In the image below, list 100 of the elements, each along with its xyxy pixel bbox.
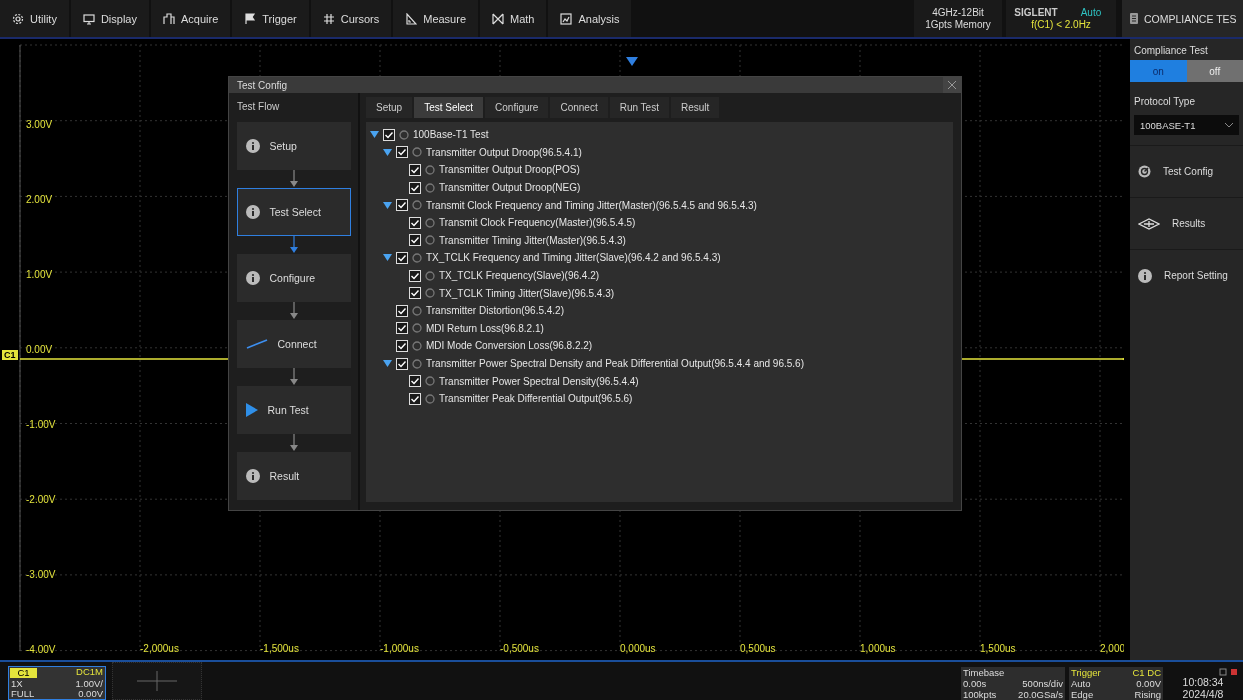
side-menu-item[interactable]: Results [1130, 197, 1243, 249]
radio-button[interactable] [425, 217, 435, 228]
flow-step[interactable]: Test Select [236, 188, 351, 236]
radio-button[interactable] [425, 165, 435, 175]
frequency-label: f(C1) < 2.0Hz [1030, 18, 1092, 31]
tree-item-label: Transmitter Output Droop(NEG) [439, 182, 581, 194]
radio-button[interactable] [425, 376, 435, 387]
radio-button[interactable] [425, 235, 435, 246]
info-icon [245, 205, 260, 219]
flow-step[interactable]: Connect [236, 320, 351, 368]
arrow-icon [288, 302, 299, 320]
expand-arrow-icon[interactable] [383, 254, 392, 262]
tab[interactable]: Test Select [414, 97, 484, 118]
expand-arrow-icon[interactable] [383, 360, 392, 367]
checkbox[interactable] [409, 164, 421, 176]
checkbox[interactable] [383, 128, 395, 141]
tree-item-label: Transmitter Peak Differential Output(96.5.6) [439, 393, 633, 405]
axis-label: 1,000us [860, 643, 896, 654]
arrow-icon [288, 434, 299, 452]
diamond-icon [1138, 217, 1160, 230]
axis-label: 3.00V [26, 119, 53, 130]
menu-item[interactable]: Measure [393, 0, 478, 37]
axis-label: 2.00V [26, 194, 53, 205]
expand-arrow-icon[interactable] [383, 148, 392, 156]
radio-button[interactable] [412, 252, 422, 263]
expand-arrow-icon[interactable] [383, 201, 392, 209]
menu-item[interactable]: Trigger [232, 0, 309, 37]
tree-item-label: Transmit Clock Frequency and Timing Jitter(Master)(96.5.4.5 and 96.5.4.3) [426, 199, 757, 211]
gear-icon [12, 12, 24, 25]
radio-button[interactable] [412, 358, 422, 369]
radio-button[interactable] [412, 340, 422, 351]
tab[interactable]: Result [670, 97, 720, 118]
checkbox[interactable] [409, 269, 421, 282]
checkbox[interactable] [409, 181, 421, 194]
menu-item[interactable]: Math [480, 0, 547, 37]
flow-step[interactable]: Configure [236, 254, 351, 302]
spec-text: 4GHz-12Bit [932, 6, 984, 19]
tree-item-label: Transmitter Distortion(96.5.4.2) [426, 305, 564, 317]
trigger-slope: Rising [1133, 689, 1162, 700]
radio-button[interactable] [412, 323, 422, 334]
menu-item[interactable]: Utility [0, 0, 69, 37]
menu-item[interactable]: Cursors [310, 0, 392, 37]
network-icon [1219, 668, 1239, 676]
toggle-option[interactable]: off [1186, 60, 1243, 82]
menu-item[interactable]: Display [70, 0, 149, 37]
radio-button[interactable] [412, 305, 422, 316]
axis-label: -2.00V [26, 494, 56, 505]
checkbox[interactable] [409, 375, 421, 388]
flow-step[interactable]: Setup [236, 122, 351, 170]
dialog-title: Test Config [237, 79, 288, 91]
ruler-icon [405, 12, 418, 25]
checkbox[interactable] [396, 251, 408, 264]
checkbox[interactable] [409, 392, 421, 405]
arrow-icon [288, 170, 299, 188]
radio-button[interactable] [425, 182, 435, 193]
menu-item[interactable]: Acquire [150, 0, 231, 37]
clock-time: 10:08:34 [1182, 676, 1224, 688]
side-menu-item[interactable]: Test Config [1130, 145, 1243, 197]
checkbox[interactable] [409, 216, 421, 229]
tree-item-label: Transmit Clock Frequency(Master)(96.5.4.5) [439, 217, 636, 229]
play-icon [245, 403, 258, 417]
menu-item[interactable]: Analysis [548, 0, 632, 37]
expand-arrow-icon[interactable] [370, 131, 379, 139]
close-button[interactable] [943, 77, 961, 93]
trigger-position-icon [626, 57, 638, 66]
bandwidth-label: FULL [10, 689, 36, 699]
flow-step[interactable]: Result [236, 452, 351, 500]
tab[interactable]: Setup [366, 97, 413, 118]
document-icon [1130, 13, 1138, 24]
radio-button[interactable] [399, 129, 409, 140]
checkbox[interactable] [409, 234, 421, 247]
spec-text: 1Gpts Memory [925, 18, 991, 31]
clock-date: 2024/4/8 [1182, 688, 1224, 700]
trigger-mode: Auto [1070, 678, 1092, 689]
axis-label: -0,500us [500, 643, 539, 654]
timebase-scale: 500ns/div [1021, 678, 1064, 689]
radio-button[interactable] [412, 147, 422, 158]
tab[interactable]: Configure [485, 97, 549, 118]
radio-button[interactable] [412, 200, 422, 211]
tree-item-label: 100Base-T1 Test [413, 129, 489, 141]
protocol-select[interactable]: 100BASE-T1 [1134, 115, 1239, 135]
radio-button[interactable] [425, 393, 435, 404]
checkbox[interactable] [409, 287, 421, 300]
chevron-down-icon [1225, 122, 1233, 128]
tab[interactable]: Run Test [609, 97, 669, 118]
checkbox[interactable] [396, 339, 408, 352]
side-menu-item[interactable]: Report Setting [1130, 249, 1243, 301]
radio-button[interactable] [425, 270, 435, 281]
checkbox[interactable] [396, 357, 408, 370]
checkbox[interactable] [396, 322, 408, 335]
delay-label: 0.00s [962, 678, 988, 689]
axis-label: -2,000us [140, 643, 179, 654]
axis-label: 1,500us [980, 643, 1016, 654]
radio-button[interactable] [425, 288, 435, 299]
checkbox[interactable] [396, 304, 408, 317]
checkbox[interactable] [396, 199, 408, 212]
coupling-label: DC1M [75, 667, 104, 679]
checkbox[interactable] [396, 146, 408, 159]
flow-step[interactable]: Run Test [236, 386, 351, 434]
tab[interactable]: Connect [550, 97, 608, 118]
